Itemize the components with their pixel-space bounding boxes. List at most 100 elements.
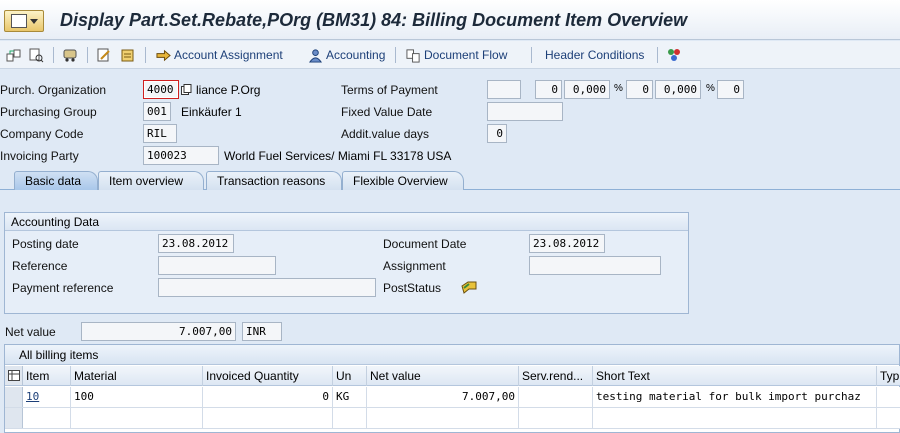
empty-cell <box>203 408 333 429</box>
purch-group-label: Purchasing Group <box>0 105 97 119</box>
purch-group-text: Einkäufer 1 <box>181 105 242 119</box>
display-change-icon[interactable] <box>28 47 44 63</box>
net-value-label: Net value <box>5 325 56 339</box>
services-for-object-icon[interactable] <box>666 47 682 63</box>
empty-cell <box>23 408 71 429</box>
invoicing-party-label: Invoicing Party <box>0 149 79 163</box>
row-selector[interactable] <box>5 408 23 428</box>
purch-org-label: Purch. Organization <box>0 83 107 97</box>
reference-field[interactable] <box>158 256 276 275</box>
assignment-field[interactable] <box>529 256 661 275</box>
edit-icon[interactable] <box>96 47 112 63</box>
terms-days3-field[interactable]: 0 <box>717 80 744 99</box>
posting-date-label: Posting date <box>12 237 79 251</box>
table-row[interactable] <box>5 408 900 429</box>
copy-icon[interactable] <box>181 84 192 95</box>
column-header[interactable]: Material <box>71 366 203 386</box>
document-flow-icon <box>406 48 420 63</box>
invoicing-party-text: World Fuel Services/ Miami FL 33178 USA <box>224 149 452 163</box>
purch-org-text: liance P.Org <box>196 83 261 97</box>
column-header[interactable]: Typ <box>877 366 900 386</box>
item-link[interactable]: 10 <box>26 390 39 403</box>
window-title: Display Part.Set.Rebate,POrg (BM31) 84: … <box>60 10 688 30</box>
tab-basic-data[interactable]: Basic data <box>14 171 98 190</box>
notes-icon[interactable] <box>120 47 136 63</box>
post-status-label: PostStatus <box>383 281 442 295</box>
company-code-field[interactable]: RIL <box>143 124 177 143</box>
pct-sign: % <box>614 83 623 94</box>
toolbar-separator <box>657 47 658 63</box>
assignment-label: Assignment <box>383 259 446 273</box>
table-settings-icon <box>8 370 20 381</box>
account-assignment-button[interactable]: Account Assignment <box>156 46 283 64</box>
menu-icon <box>11 14 27 28</box>
item-cell[interactable]: 10 <box>23 387 71 408</box>
billing-items-table: All billing items Item Material Invoiced… <box>4 344 900 433</box>
terms-pct1-field[interactable]: 0,000 <box>564 80 610 99</box>
pct-sign: % <box>706 83 715 94</box>
terms-pct2-field[interactable]: 0,000 <box>655 80 701 99</box>
empty-cell <box>593 408 877 429</box>
title-bar: Display Part.Set.Rebate,POrg (BM31) 84: … <box>0 0 900 40</box>
company-code-label: Company Code <box>0 127 84 141</box>
empty-cell <box>367 408 519 429</box>
payment-reference-label: Payment reference <box>12 281 114 295</box>
toolbar-separator <box>395 47 396 63</box>
fixed-value-date-field[interactable] <box>487 102 563 121</box>
toolbar-separator <box>87 47 88 63</box>
addit-value-days-label: Addit.value days <box>341 127 430 141</box>
tab-strip: Basic data Item overview Transaction rea… <box>0 170 900 190</box>
table-settings-cell[interactable] <box>5 366 23 385</box>
row-selector[interactable] <box>5 387 23 407</box>
toolbar-separator <box>53 47 54 63</box>
material-cell: 100 <box>71 387 203 408</box>
column-header[interactable]: Un <box>333 366 367 386</box>
group-title: Accounting Data <box>5 213 688 231</box>
document-flow-button[interactable]: Document Flow <box>406 46 507 64</box>
column-header[interactable]: Short Text <box>593 366 877 386</box>
system-menu-button[interactable] <box>4 10 44 32</box>
tab-transaction-reasons[interactable]: Transaction reasons <box>206 171 342 190</box>
tab-flexible-overview[interactable]: Flexible Overview <box>342 171 464 190</box>
terms-days2-field[interactable]: 0 <box>626 80 653 99</box>
empty-cell <box>333 408 367 429</box>
table-header: Item Material Invoiced Quantity Un Net v… <box>5 366 900 386</box>
terms-days1-field[interactable]: 0 <box>535 80 562 99</box>
net-value-field[interactable]: 7.007,00 <box>81 322 236 341</box>
toolbar-separator <box>145 47 146 63</box>
net-value-cell: 7.007,00 <box>367 387 519 408</box>
addit-value-days-field[interactable]: 0 <box>487 124 507 143</box>
post-status-icon <box>461 281 477 294</box>
empty-cell <box>519 408 593 429</box>
reference-label: Reference <box>12 259 68 273</box>
posting-date-field[interactable]: 23.08.2012 <box>158 234 234 253</box>
document-date-field[interactable]: 23.08.2012 <box>529 234 605 253</box>
table-caption: All billing items <box>5 345 899 365</box>
column-header[interactable]: Serv.rend... <box>519 366 593 386</box>
application-toolbar: Account Assignment Accounting Document F… <box>0 41 900 69</box>
table-row[interactable]: 10 100 0 KG 7.007,00 testing material fo… <box>5 387 900 408</box>
terms-of-payment-field[interactable] <box>487 80 521 99</box>
invoicing-party-field[interactable]: 100023 <box>143 146 219 165</box>
person-icon <box>308 48 323 63</box>
accounting-button[interactable]: Accounting <box>308 46 385 64</box>
tab-item-overview[interactable]: Item overview <box>98 171 204 190</box>
empty-cell <box>71 408 203 429</box>
header-conditions-button[interactable]: Header Conditions <box>545 46 644 64</box>
vehicle-icon[interactable] <box>62 47 78 63</box>
fixed-value-date-label: Fixed Value Date <box>341 105 433 119</box>
document-date-label: Document Date <box>383 237 467 251</box>
column-header[interactable]: Net value <box>367 366 519 386</box>
column-header[interactable]: Item <box>23 366 71 386</box>
serv-rendered-cell <box>519 387 593 408</box>
payment-reference-field[interactable] <box>158 278 376 297</box>
other-document-icon[interactable] <box>6 47 22 63</box>
purch-group-field[interactable]: 001 <box>143 102 171 121</box>
currency-field[interactable]: INR <box>242 322 282 341</box>
type-cell <box>877 387 900 408</box>
terms-of-payment-label: Terms of Payment <box>341 83 438 97</box>
arrow-right-icon <box>156 49 171 61</box>
column-header[interactable]: Invoiced Quantity <box>203 366 333 386</box>
empty-cell <box>877 408 900 429</box>
purch-org-field[interactable]: 4000 <box>143 80 179 99</box>
